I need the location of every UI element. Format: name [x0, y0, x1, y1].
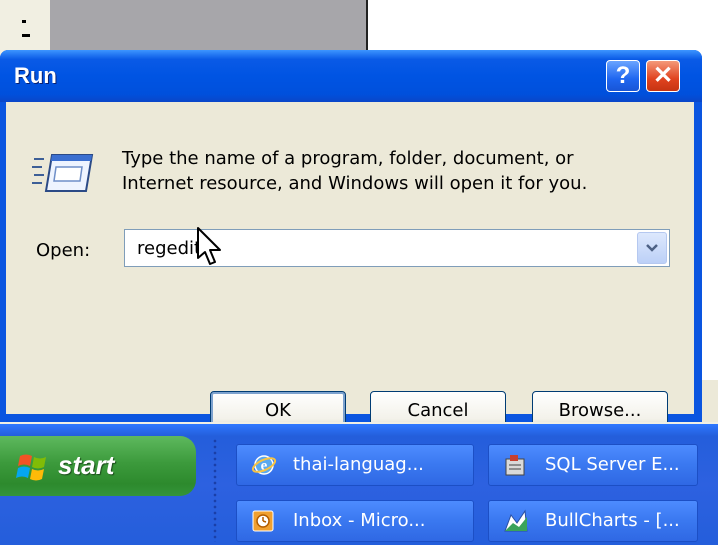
- description-text: Type the name of a program, folder, docu…: [122, 146, 682, 196]
- dialog-title: Run: [14, 63, 57, 88]
- help-button[interactable]: ?: [606, 60, 640, 92]
- chevron-down-icon: [646, 244, 658, 252]
- windows-logo-icon: [16, 454, 46, 481]
- taskbar-grip[interactable]: [212, 438, 218, 542]
- close-button[interactable]: ✕: [646, 60, 680, 92]
- start-button[interactable]: start: [0, 436, 196, 496]
- run-dialog: Run ? ✕ Type the name of a program, fold…: [0, 50, 702, 431]
- dropdown-button[interactable]: [637, 232, 667, 264]
- close-icon: ✕: [652, 62, 674, 89]
- help-icon: ?: [615, 62, 631, 89]
- bullcharts-icon: [504, 509, 528, 532]
- open-input[interactable]: regedit: [137, 238, 201, 259]
- background-mark: [22, 34, 30, 37]
- task-label: Inbox - Micro...: [293, 510, 426, 531]
- description-line-2: Internet resource, and Windows will open…: [122, 173, 588, 194]
- outlook-icon: [252, 510, 274, 532]
- background-mark: [22, 20, 26, 23]
- task-label: thai-languag...: [293, 454, 424, 475]
- internet-explorer-icon: e: [251, 455, 277, 475]
- dialog-body: Type the name of a program, folder, docu…: [6, 102, 694, 431]
- task-label: SQL Server E...: [545, 454, 680, 475]
- taskbar-item-inbox[interactable]: Inbox - Micro...: [236, 500, 474, 542]
- start-label: start: [58, 450, 115, 480]
- title-bar[interactable]: Run ? ✕: [0, 50, 702, 102]
- background-window-edge: [700, 380, 718, 424]
- description-line-1: Type the name of a program, folder, docu…: [122, 148, 574, 169]
- taskbar-item-thai-language[interactable]: e thai-languag...: [236, 444, 474, 486]
- open-label: Open:: [36, 240, 91, 261]
- taskbar: start e thai-languag... SQL Server E... …: [0, 424, 718, 545]
- task-label: BullCharts - [...: [545, 510, 680, 531]
- taskbar-item-sql-server[interactable]: SQL Server E...: [488, 444, 698, 486]
- run-program-icon: [32, 154, 94, 192]
- sql-server-icon: [505, 455, 525, 476]
- mouse-cursor-icon: [197, 227, 221, 265]
- taskbar-item-bullcharts[interactable]: BullCharts - [...: [488, 500, 698, 542]
